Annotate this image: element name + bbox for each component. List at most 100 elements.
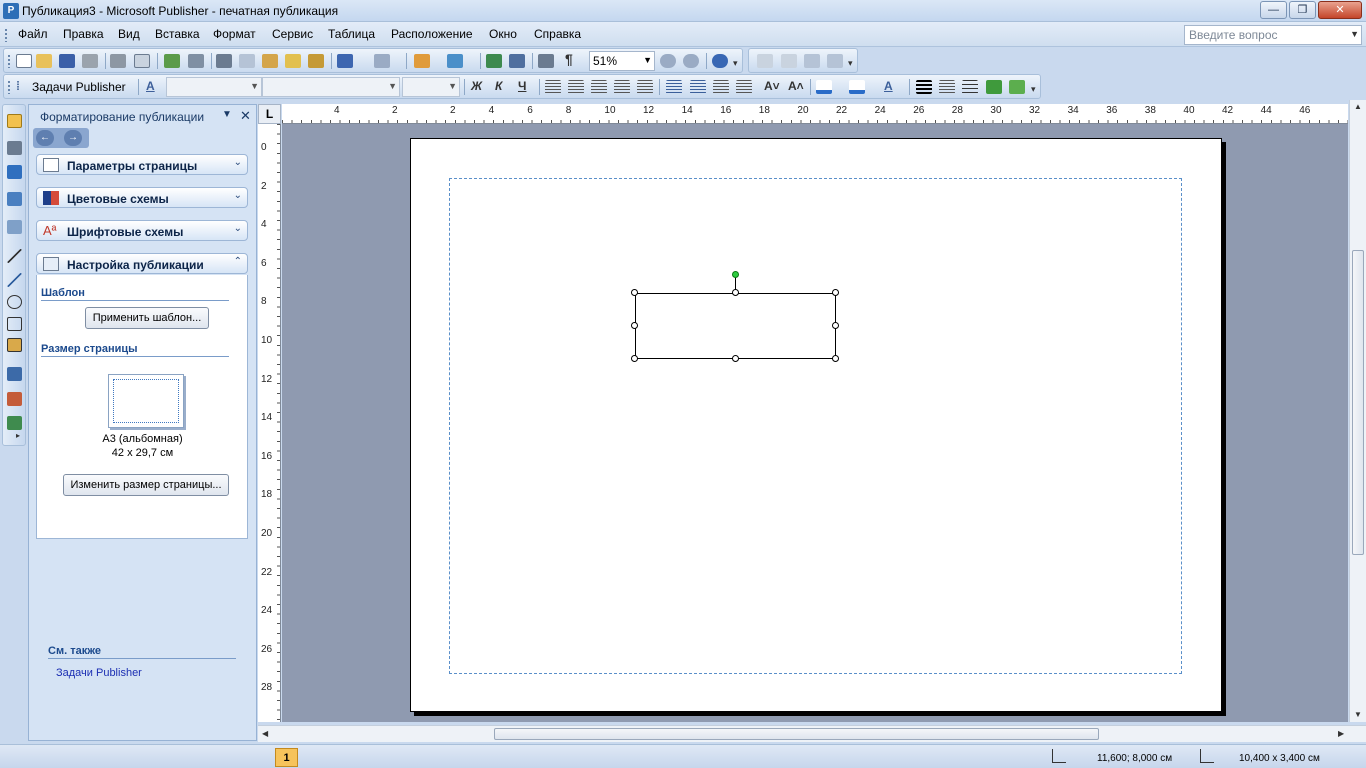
back-icon[interactable]: ←: [36, 130, 54, 146]
toolbar-grip-icon[interactable]: [7, 54, 11, 68]
resize-handle-ne[interactable]: [832, 289, 839, 296]
format-painter-icon[interactable]: [285, 54, 301, 68]
print-preview-icon[interactable]: [110, 54, 126, 68]
section-publication-setup[interactable]: Настройка публикации ⌃: [36, 253, 248, 274]
columns-icon[interactable]: [538, 54, 554, 68]
rotation-handle[interactable]: [732, 271, 739, 278]
text-box-icon[interactable]: [7, 141, 22, 155]
underline-button[interactable]: Ч: [518, 79, 526, 93]
zoom-page-icon[interactable]: [134, 54, 150, 68]
scroll-right-icon[interactable]: ▶: [1338, 729, 1344, 738]
horizontal-ruler[interactable]: 4 2 2 4 6 8 10 12 14 16 18 20 22 24 26 28 30 32 34 36 38 40 42…: [282, 104, 1348, 124]
menu-edit[interactable]: Правка: [63, 27, 104, 41]
increase-font-icon[interactable]: A˄: [788, 79, 804, 93]
toolbar-options-icon[interactable]: ▾: [848, 58, 853, 69]
change-page-size-button[interactable]: Изменить размер страницы...: [63, 474, 229, 496]
task-pane-title[interactable]: Форматирование публикации: [40, 110, 204, 124]
chevron-down-icon[interactable]: ▼: [448, 81, 457, 91]
arrange-icon[interactable]: [414, 54, 430, 68]
toolbar-grip-icon[interactable]: [7, 80, 11, 94]
section-page-options[interactable]: Параметры страницы ⌄: [36, 154, 248, 175]
autoshapes-icon[interactable]: [7, 338, 22, 352]
justify-icon[interactable]: [614, 80, 630, 94]
resize-handle-sw[interactable]: [631, 355, 638, 362]
scroll-left-icon[interactable]: ◀: [262, 729, 268, 738]
chevron-down-icon[interactable]: ▼: [250, 81, 259, 91]
numbering-icon[interactable]: [666, 80, 682, 94]
page-navigator-1[interactable]: 1: [275, 748, 298, 767]
arrow-style-icon[interactable]: [962, 80, 978, 94]
toolbar-options-icon[interactable]: ▾: [1031, 84, 1036, 95]
vertical-scrollbar[interactable]: ▲ ▼: [1349, 100, 1366, 722]
research-icon[interactable]: [188, 54, 204, 68]
italic-button[interactable]: К: [495, 79, 502, 93]
align-left-icon[interactable]: [545, 80, 561, 94]
menu-file[interactable]: Файл: [18, 27, 48, 41]
help-icon[interactable]: [712, 54, 728, 68]
zoom-out-icon[interactable]: [660, 54, 676, 68]
menu-format[interactable]: Формат: [213, 27, 256, 41]
close-icon[interactable]: ✕: [240, 108, 251, 124]
scroll-down-icon[interactable]: ▼: [1354, 710, 1362, 719]
decrease-font-icon[interactable]: A˅: [764, 79, 780, 93]
menu-window[interactable]: Окно: [489, 27, 517, 41]
rectangle-shape[interactable]: [635, 293, 836, 359]
spelling-icon[interactable]: [164, 54, 180, 68]
workspace[interactable]: [282, 124, 1348, 722]
horizontal-scroll-thumb[interactable]: [494, 728, 1099, 740]
arrow-icon[interactable]: [7, 273, 22, 287]
resize-handle-se[interactable]: [832, 355, 839, 362]
align-right-icon[interactable]: [591, 80, 607, 94]
maximize-button[interactable]: ❐: [1289, 1, 1316, 19]
section-font-schemes[interactable]: Aª Шрифтовые схемы ⌄: [36, 220, 248, 241]
wordart-icon[interactable]: [7, 192, 22, 206]
paste-icon[interactable]: [262, 54, 278, 68]
table-icon[interactable]: [7, 165, 22, 179]
hyperlink-icon[interactable]: [486, 54, 502, 68]
select-objects-icon[interactable]: [7, 114, 22, 128]
design-gallery-icon[interactable]: [7, 392, 22, 406]
help-search-input[interactable]: Введите вопрос ▼: [1184, 25, 1362, 45]
save-icon[interactable]: [59, 54, 75, 68]
forward-icon[interactable]: →: [64, 130, 82, 146]
menu-view[interactable]: Вид: [118, 27, 140, 41]
toolbar-options-icon[interactable]: ▸: [16, 431, 20, 440]
horizontal-scrollbar[interactable]: ◀ ▶: [258, 725, 1366, 742]
resize-handle-e[interactable]: [832, 322, 839, 329]
pilcrow-icon[interactable]: ¶: [565, 51, 573, 67]
distribute-icon[interactable]: [637, 80, 653, 94]
zoom-in-icon[interactable]: [683, 54, 699, 68]
style-select[interactable]: ▼: [166, 77, 262, 97]
styles-icon[interactable]: A: [146, 79, 155, 93]
picture-frame-icon[interactable]: [7, 220, 22, 234]
ruler-origin[interactable]: L: [258, 104, 281, 124]
rotate-icon[interactable]: [447, 54, 463, 68]
menu-insert[interactable]: Вставка: [155, 27, 200, 41]
font-select[interactable]: ▼: [262, 77, 400, 97]
vertical-ruler[interactable]: 0 2 4 6 8 10 12 14 16 18 20 22 24 26 28: [258, 124, 281, 722]
resize-handle-s[interactable]: [732, 355, 739, 362]
menu-tools[interactable]: Сервис: [272, 27, 313, 41]
clip-organizer-icon[interactable]: [7, 416, 22, 430]
menu-grip-icon[interactable]: [4, 28, 8, 42]
copy-icon[interactable]: [239, 54, 255, 68]
publisher-app-icon[interactable]: P: [3, 3, 19, 19]
page-size-thumbnail[interactable]: [108, 374, 184, 428]
unlink-textbox-icon[interactable]: [781, 54, 797, 68]
resize-handle-w[interactable]: [631, 322, 638, 329]
cut-icon[interactable]: [216, 54, 232, 68]
font-color-icon[interactable]: A: [884, 79, 893, 93]
web-preview-icon[interactable]: [509, 54, 525, 68]
apply-template-button[interactable]: Применить шаблон...: [85, 307, 209, 329]
menu-help[interactable]: Справка: [534, 27, 581, 41]
redo-icon[interactable]: [374, 54, 390, 68]
line-color-icon[interactable]: [849, 80, 865, 94]
publisher-tasks-icon[interactable]: ⁞: [16, 79, 20, 93]
brush-icon[interactable]: [308, 54, 324, 68]
fill-color-icon[interactable]: [816, 80, 832, 94]
undo-icon[interactable]: [337, 54, 353, 68]
dash-style-icon[interactable]: [939, 80, 955, 94]
oval-icon[interactable]: [7, 295, 22, 309]
chevron-down-icon[interactable]: ▼: [388, 81, 397, 91]
hot-spot-icon[interactable]: [7, 367, 22, 381]
